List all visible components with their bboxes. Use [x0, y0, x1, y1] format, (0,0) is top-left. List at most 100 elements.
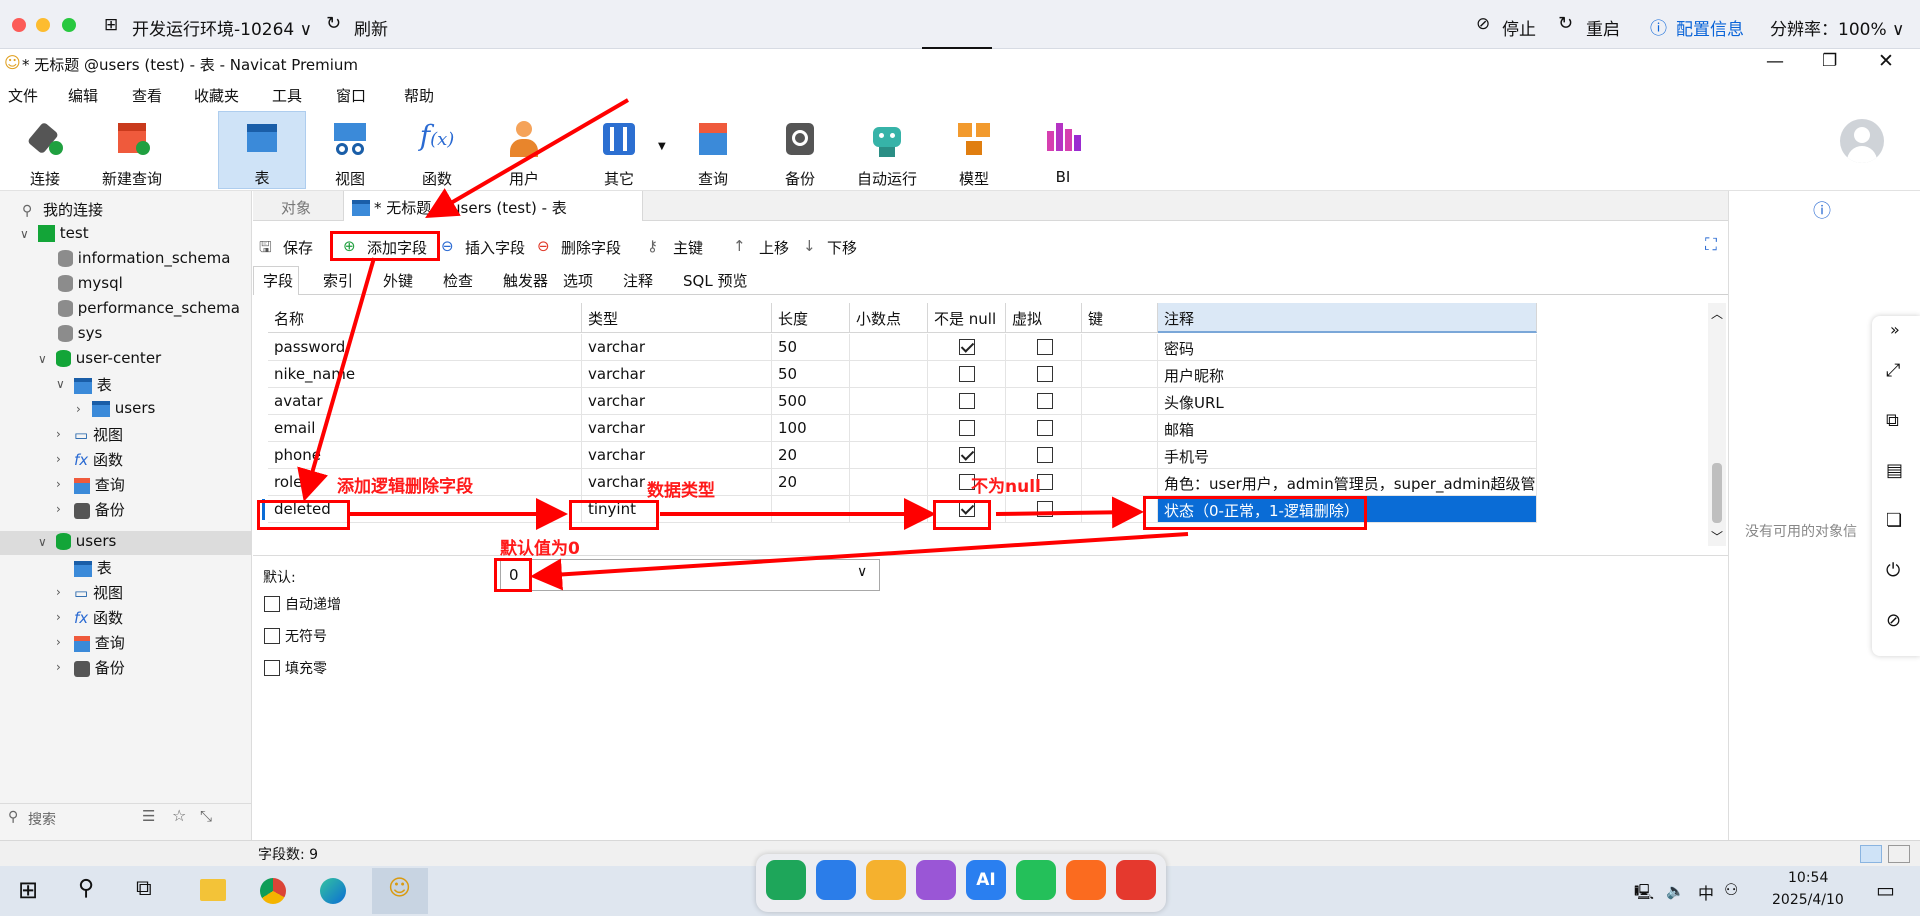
tab-foreign-keys[interactable]: 外键: [383, 270, 413, 291]
save-icon[interactable]: 🖫: [259, 237, 272, 262]
scroll-thumb[interactable]: [1712, 463, 1722, 523]
header-name[interactable]: 名称: [268, 303, 582, 333]
decimals-cell[interactable]: [850, 361, 928, 388]
chevron-right-icon[interactable]: ›: [56, 635, 61, 649]
tree-users-functions[interactable]: › fx 函数: [56, 607, 123, 631]
tree-users-backups[interactable]: › 备份: [56, 657, 125, 681]
menu-tools[interactable]: 工具: [272, 85, 302, 106]
key-cell[interactable]: [1082, 442, 1158, 469]
virtual-checkbox-cell[interactable]: [1006, 496, 1082, 523]
chevron-right-icon[interactable]: ›: [56, 477, 61, 491]
refresh-label[interactable]: 刷新: [354, 15, 388, 40]
config-label[interactable]: 配置信息: [1676, 15, 1744, 40]
grid-scrollbar[interactable]: ︿ ﹀: [1708, 303, 1726, 546]
tree-db-performance-schema[interactable]: performance_schema: [58, 299, 240, 323]
toolbar-table-button[interactable]: 表: [218, 111, 306, 189]
not-null-checkbox[interactable]: [959, 393, 975, 409]
not-null-checkbox-cell[interactable]: [928, 415, 1006, 442]
dock-settings-icon[interactable]: [1066, 860, 1106, 900]
toolbar-query-button[interactable]: 查询: [672, 113, 754, 188]
name-cell[interactable]: avatar: [268, 388, 582, 415]
arrow-up-icon[interactable]: ↑: [733, 237, 746, 255]
tree-db-sys[interactable]: sys: [58, 324, 102, 348]
not-null-checkbox-cell[interactable]: [928, 361, 1006, 388]
chevron-down-icon[interactable]: ∨: [56, 377, 65, 391]
account-avatar[interactable]: [1840, 119, 1884, 163]
chrome-icon[interactable]: [260, 878, 286, 904]
delete-field-button[interactable]: 删除字段: [561, 237, 621, 258]
collapse-panel-icon[interactable]: »: [1890, 320, 1900, 339]
refresh-icon[interactable]: ↻: [326, 13, 341, 34]
stop-label[interactable]: 停止: [1502, 15, 1536, 40]
toolbar-other-button[interactable]: 其它: [578, 113, 660, 188]
eye-off-icon[interactable]: ⊘: [1886, 610, 1901, 631]
windows-start-icon[interactable]: ⊞: [18, 876, 38, 904]
dock-sign-icon[interactable]: [766, 860, 806, 900]
tab-table-designer[interactable]: * 无标题 @users (test) - 表: [343, 191, 643, 221]
toolbar-automation-button[interactable]: 自动运行: [846, 113, 928, 188]
expand-icon[interactable]: ⤢: [1886, 360, 1900, 381]
tree-functions-folder[interactable]: › fx 函数: [56, 449, 123, 473]
toolbar-backup-button[interactable]: 备份: [759, 113, 841, 188]
decimals-cell[interactable]: [850, 334, 928, 361]
insert-circle-icon[interactable]: ⊖: [441, 237, 454, 255]
power-icon[interactable]: ⏻: [1886, 560, 1900, 581]
not-null-checkbox[interactable]: [959, 339, 975, 355]
tab-triggers[interactable]: 触发器: [503, 270, 548, 291]
clock-time[interactable]: 10:54: [1788, 870, 1828, 886]
dock-monitor-icon[interactable]: [816, 860, 856, 900]
search-icon[interactable]: ⚲: [78, 876, 94, 901]
menu-window[interactable]: 窗口: [336, 85, 366, 106]
chevron-right-icon[interactable]: ›: [76, 402, 81, 416]
toolbar-bi-button[interactable]: BI: [1022, 113, 1104, 187]
toolbar-view-button[interactable]: 视图: [309, 113, 391, 188]
type-cell[interactable]: varchar: [582, 334, 772, 361]
stop-icon[interactable]: ⊘: [1476, 14, 1490, 34]
chevron-down-icon[interactable]: ∨: [20, 227, 29, 241]
header-length[interactable]: 长度: [772, 303, 850, 333]
not-null-checkbox-cell[interactable]: [928, 334, 1006, 361]
scroll-up-icon[interactable]: ︿: [1711, 305, 1723, 322]
other-dropdown-icon[interactable]: ▼: [658, 141, 666, 152]
name-cell[interactable]: nike_name: [268, 361, 582, 388]
arrow-down-icon[interactable]: ↓: [803, 237, 816, 255]
search-input[interactable]: 搜索: [28, 809, 56, 829]
env-title[interactable]: 开发运行环境-10264 ∨: [132, 15, 312, 40]
decimals-cell[interactable]: [850, 469, 928, 496]
edge-icon[interactable]: [320, 878, 346, 904]
not-null-checkbox-cell[interactable]: [928, 442, 1006, 469]
dock-files-icon[interactable]: [866, 860, 906, 900]
info-icon[interactable]: ⓘ: [1813, 197, 1831, 223]
tree-db-users[interactable]: ∨ users: [38, 532, 116, 556]
virtual-checkbox[interactable]: [1037, 420, 1053, 436]
menu-view[interactable]: 查看: [132, 85, 162, 106]
length-cell[interactable]: 50: [772, 361, 850, 388]
dock-ai-icon[interactable]: AI: [966, 860, 1006, 900]
toolbar-model-button[interactable]: 模型: [933, 113, 1015, 188]
auto-increment-checkbox[interactable]: [264, 596, 280, 612]
panel-toggle-icon[interactable]: [1888, 845, 1910, 863]
close-dot-icon[interactable]: [12, 18, 26, 32]
length-cell[interactable]: 500: [772, 388, 850, 415]
not-null-checkbox[interactable]: [959, 420, 975, 436]
navicat-taskbar-active[interactable]: ☺: [372, 868, 428, 914]
menu-help[interactable]: 帮助: [404, 85, 434, 106]
name-cell[interactable]: phone: [268, 442, 582, 469]
decimals-cell[interactable]: [850, 415, 928, 442]
chevron-right-icon[interactable]: ›: [56, 427, 61, 441]
comment-cell[interactable]: 用户昵称: [1158, 361, 1537, 388]
menu-file[interactable]: 文件: [8, 85, 38, 106]
virtual-checkbox-cell[interactable]: [1006, 442, 1082, 469]
length-cell[interactable]: 100: [772, 415, 850, 442]
clock-date[interactable]: 2025/4/10: [1772, 892, 1844, 908]
chevron-right-icon[interactable]: ›: [56, 502, 61, 516]
tree-test-connection[interactable]: ∨ test: [20, 224, 89, 248]
type-cell[interactable]: varchar: [582, 415, 772, 442]
volume-icon[interactable]: 🔈: [1666, 882, 1685, 900]
header-type[interactable]: 类型: [582, 303, 772, 333]
my-connections-header[interactable]: ⚲ 我的连接: [22, 199, 103, 223]
delete-circle-icon[interactable]: ⊖: [537, 237, 550, 255]
decimals-cell[interactable]: [850, 388, 928, 415]
type-cell[interactable]: varchar: [582, 388, 772, 415]
chevron-right-icon[interactable]: ›: [56, 452, 61, 466]
